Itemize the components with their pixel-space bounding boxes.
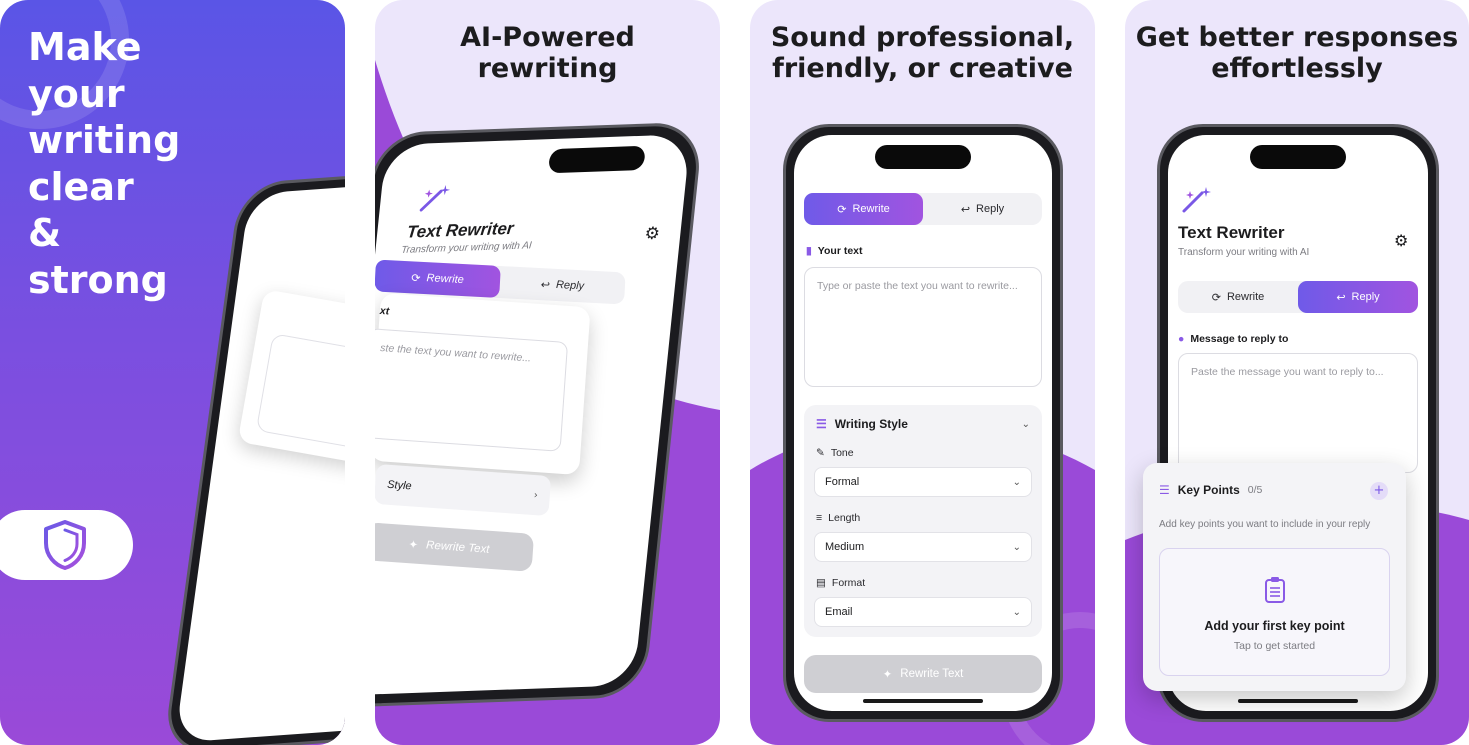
headline-line: AI-Powered — [460, 22, 635, 53]
headline-line: effortlessly — [1211, 53, 1383, 84]
message-label: ● Message to reply to — [1178, 333, 1289, 345]
lines-icon: ≡ — [816, 512, 823, 524]
app-subtitle: Transform your writing with AI — [1178, 247, 1310, 258]
chevron-right-icon: › — [533, 489, 539, 501]
app-title: Text Rewriter — [1178, 223, 1285, 242]
format-label: ▤ Format — [816, 577, 866, 589]
promo-panel-1: Make your writing clear & strong — [0, 0, 345, 745]
chevron-down-icon: ⌄ — [1012, 606, 1021, 618]
rewrite-icon: ⟳ — [411, 271, 421, 285]
tab-label: Reply — [1351, 291, 1380, 303]
tone-label: ✎ Tone — [816, 447, 854, 459]
dynamic-island — [1250, 145, 1346, 169]
app-icon-badge — [0, 510, 133, 580]
tab-rewrite[interactable]: ⟳ Rewrite — [1178, 281, 1298, 313]
empty-key-points-area[interactable]: Add your first key point Tap to get star… — [1159, 548, 1390, 676]
app-title: Text Rewriter — [406, 218, 515, 242]
tab-reply[interactable]: ↩ Reply — [1298, 281, 1418, 313]
panel2-headline: AI-Powered rewriting — [375, 22, 720, 84]
magic-wand-icon — [419, 185, 451, 212]
message-input[interactable]: Paste the message you want to reply to..… — [1178, 353, 1418, 473]
key-points-hint: Add key points you want to include in yo… — [1159, 519, 1371, 530]
document-icon: ▮ — [806, 245, 812, 257]
add-key-point-button[interactable]: + — [1370, 482, 1388, 500]
headline-line: Make — [28, 25, 142, 69]
headline-line: clear — [28, 164, 134, 209]
tab-reply[interactable]: ↩ Reply — [499, 266, 626, 304]
home-indicator — [1238, 699, 1358, 703]
reply-icon: ↩ — [540, 278, 551, 292]
phone-mockup: ⟳ Rewrite ↩ Reply ▮ Your text Type or pa… — [783, 124, 1063, 722]
cta-label: Rewrite Text — [425, 539, 490, 556]
chevron-down-icon: ⌄ — [1021, 418, 1030, 430]
floating-text-card: xt ste the text you want to rewrite... — [375, 292, 591, 476]
empty-subtitle: Tap to get started — [1233, 640, 1316, 652]
gear-icon[interactable]: ⚙ — [1394, 231, 1408, 250]
rewrite-icon: ⟳ — [837, 203, 847, 216]
length-select[interactable]: Medium ⌄ — [814, 532, 1032, 562]
panel1-headline: Make your writing clear & strong — [28, 24, 180, 303]
tab-label: Reply — [555, 278, 585, 293]
promo-panel-4: Get better responses effortlessly Text R… — [1125, 0, 1469, 745]
headline-line: your — [28, 71, 125, 116]
gear-icon[interactable]: ⚙ — [644, 224, 661, 245]
list-icon: ☰ — [1159, 483, 1170, 497]
tab-label: Reply — [976, 203, 1005, 215]
tab-label: Rewrite — [426, 272, 465, 287]
panel3-headline: Sound professional, friendly, or creativ… — [750, 22, 1095, 84]
pen-icon: ✎ — [816, 447, 825, 459]
dynamic-island — [548, 145, 647, 174]
wand-icon: ✦ — [882, 669, 893, 681]
key-points-count: 0/5 — [1247, 484, 1263, 496]
mode-tabs: ⟳ Rewrite ↩ Reply — [804, 193, 1042, 225]
shield-icon — [44, 520, 86, 570]
format-select[interactable]: Email ⌄ — [814, 597, 1032, 627]
writing-style-label: Writing Style — [834, 417, 908, 431]
promo-panel-2: AI-Powered rewriting Text Rewriter Trans… — [375, 0, 720, 745]
headline-line: Get better responses — [1135, 22, 1459, 53]
chat-bubble-icon: ● — [1178, 333, 1185, 345]
tab-label: Rewrite — [852, 203, 890, 215]
text-input[interactable]: Type or paste the text you want to rewri… — [804, 267, 1042, 387]
rewrite-icon: ⟳ — [1211, 291, 1221, 304]
wand-icon: ✦ — [408, 539, 419, 552]
headline-line: Sound professional, — [770, 22, 1075, 53]
length-label: ≡ Length — [816, 512, 861, 524]
chevron-down-icon: ⌄ — [1012, 476, 1021, 488]
empty-title: Add your first key point — [1204, 619, 1345, 633]
phone-screen: ⟳ Rewrite ↩ Reply ▮ Your text Type or pa… — [794, 135, 1052, 711]
chevron-down-icon: ⌄ — [1012, 541, 1021, 553]
promo-panel-3: Sound professional, friendly, or creativ… — [750, 0, 1095, 745]
reply-icon: ↩ — [960, 203, 971, 216]
writing-style-label: Style — [386, 478, 413, 493]
headline-line: writing — [28, 118, 181, 162]
writing-style-header[interactable]: ☰ Writing Style ⌄ — [816, 417, 1030, 431]
sliders-icon: ☰ — [816, 417, 827, 431]
writing-style-card: ☰ Writing Style ⌄ ✎ Tone Formal ⌄ ≡ Leng… — [804, 405, 1042, 637]
tone-select[interactable]: Formal ⌄ — [814, 467, 1032, 497]
key-points-card: ☰ Key Points 0/5 + Add key points you wa… — [1143, 463, 1406, 691]
tab-rewrite[interactable]: ⟳ Rewrite — [375, 259, 501, 298]
reply-icon: ↩ — [1336, 291, 1346, 304]
home-indicator — [863, 699, 983, 703]
dynamic-island — [875, 145, 971, 169]
headline-line: rewriting — [477, 53, 618, 84]
headline-line: & — [28, 211, 62, 255]
headline-line: friendly, or creative — [772, 53, 1073, 84]
your-text-label: xt — [379, 304, 390, 318]
tab-reply[interactable]: ↩ Reply — [923, 193, 1042, 225]
text-input[interactable]: ste the text you want to rewrite... — [375, 328, 569, 452]
headline-line: strong — [28, 257, 168, 302]
rewrite-text-button[interactable]: ✦ Rewrite Text — [804, 655, 1042, 693]
clipboard-icon — [1264, 577, 1285, 603]
tab-rewrite[interactable]: ⟳ Rewrite — [804, 193, 923, 225]
magic-wand-icon — [1182, 187, 1211, 213]
app-subtitle: Transform your writing with AI — [400, 240, 533, 256]
mode-tabs: ⟳ Rewrite ↩ Reply — [1178, 281, 1418, 313]
tab-label: Rewrite — [1226, 291, 1265, 303]
key-points-title: Key Points — [1177, 483, 1240, 497]
your-text-label: ▮ Your text — [806, 245, 863, 257]
document-icon: ▤ — [816, 577, 826, 589]
panel4-headline: Get better responses effortlessly — [1125, 22, 1469, 84]
